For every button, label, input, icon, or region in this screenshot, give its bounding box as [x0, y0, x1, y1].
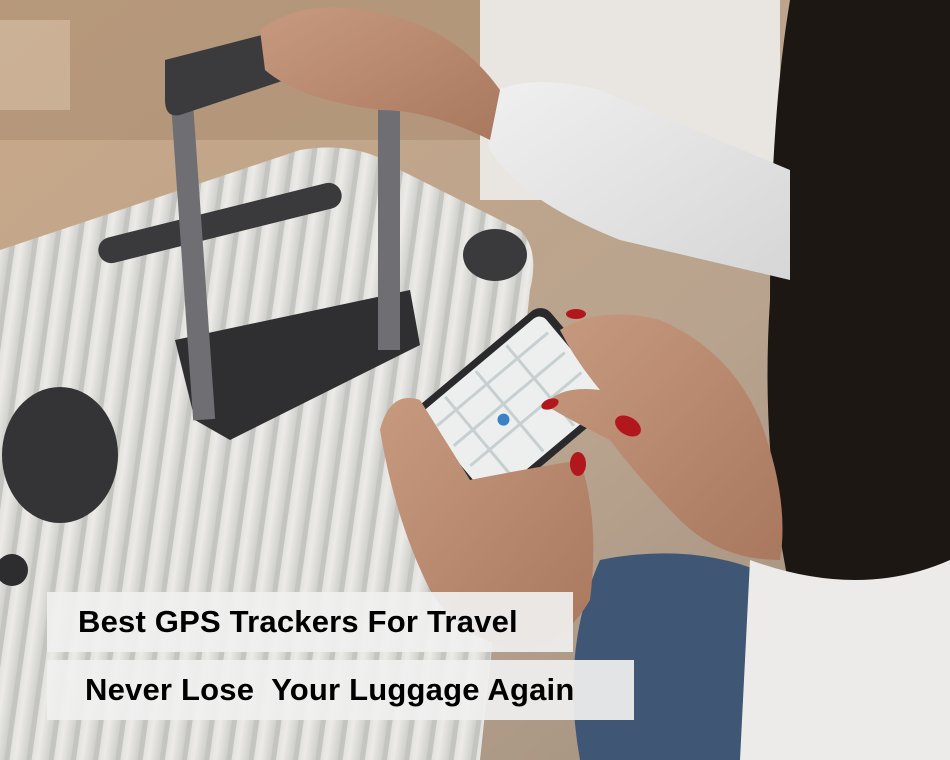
subheadline-banner: Never Lose Your Luggage Again	[47, 660, 634, 720]
headline-banner: Best GPS Trackers For Travel	[47, 592, 573, 652]
subheadline-text: Never Lose Your Luggage Again	[85, 672, 575, 707]
hero-image: Best GPS Trackers For Travel Never Lose …	[0, 0, 950, 760]
headline-text: Best GPS Trackers For Travel	[78, 604, 518, 639]
